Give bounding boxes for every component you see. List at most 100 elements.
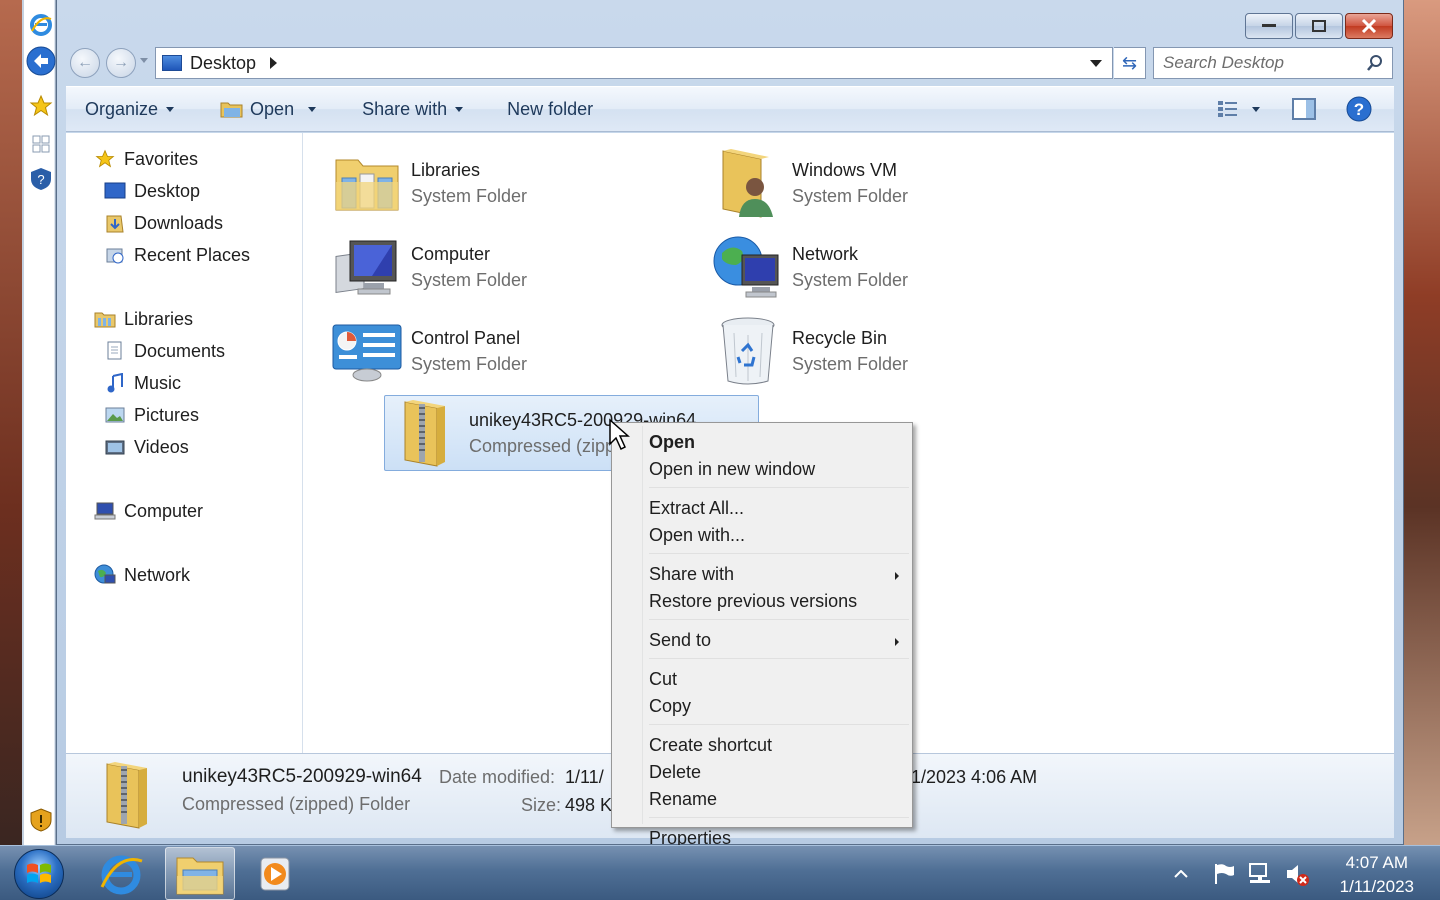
preview-pane-button[interactable]: [1274, 87, 1334, 131]
share-with-button[interactable]: Share with: [350, 87, 475, 131]
menu-open-with[interactable]: Open with...: [615, 522, 909, 549]
svg-text:?: ?: [37, 172, 44, 187]
minimize-button[interactable]: [1245, 13, 1293, 39]
share-with-label: Share with: [362, 98, 448, 119]
user-folder-icon: [712, 147, 784, 219]
search-icon[interactable]: [1366, 54, 1384, 72]
tabs-grid-icon[interactable]: [26, 129, 56, 159]
start-button[interactable]: [14, 849, 64, 899]
view-options-dropdown[interactable]: [1244, 87, 1274, 131]
refresh-icon: ⇆: [1121, 52, 1138, 73]
details-size-label: Size:: [521, 795, 562, 815]
open-button[interactable]: Open: [208, 87, 328, 131]
menu-rename[interactable]: Rename: [615, 786, 909, 813]
item-name: Control Panel: [411, 328, 521, 348]
address-dropdown-icon[interactable]: [1090, 60, 1102, 67]
music-icon: [104, 372, 126, 394]
help-button[interactable]: ?: [1334, 87, 1394, 131]
desktop-wallpaper-right: [1404, 0, 1440, 845]
menu-restore-previous-versions[interactable]: Restore previous versions: [615, 588, 909, 615]
nav-network-label: Network: [124, 564, 191, 585]
refresh-button[interactable]: ⇆: [1114, 47, 1146, 79]
clock[interactable]: 4:07 AM 1/11/2023: [1340, 851, 1414, 899]
taskbar-internet-explorer[interactable]: [86, 847, 156, 900]
forward-button[interactable]: →: [106, 48, 136, 78]
menu-separator: [649, 817, 909, 825]
item-libraries[interactable]: Libraries System Folder: [327, 145, 702, 221]
menu-delete[interactable]: Delete: [615, 759, 909, 786]
chevron-down-icon: [1252, 106, 1260, 112]
network-status-icon[interactable]: [1248, 862, 1274, 886]
menu-send-to[interactable]: Send to: [615, 627, 909, 654]
search-box[interactable]: [1153, 47, 1393, 79]
menu-copy[interactable]: Copy: [615, 693, 909, 720]
star-icon: [94, 148, 116, 170]
nav-pictures[interactable]: Pictures: [104, 404, 199, 426]
item-name: Network: [792, 244, 859, 264]
menu-separator: [649, 553, 909, 561]
favorites-star-icon[interactable]: [26, 91, 56, 121]
recent-pages-dropdown[interactable]: [140, 58, 148, 63]
nav-network[interactable]: Network: [94, 564, 190, 586]
ie-logo-icon[interactable]: [26, 10, 56, 40]
menu-create-shortcut[interactable]: Create shortcut: [615, 732, 909, 759]
nav-desktop[interactable]: Desktop: [104, 180, 200, 202]
forward-arrow-icon: →: [113, 54, 129, 71]
details-date-created-value: 1/2023 4:06 AM: [911, 767, 1038, 787]
item-name: Libraries: [411, 160, 481, 180]
item-control-panel[interactable]: Control Panel System Folder: [327, 313, 702, 389]
item-windows-vm[interactable]: Windows VM System Folder: [708, 145, 1083, 221]
item-recycle-bin[interactable]: Recycle Bin System Folder: [708, 313, 1083, 389]
nav-downloads[interactable]: Downloads: [104, 212, 223, 234]
address-bar[interactable]: Desktop: [155, 47, 1113, 79]
item-computer[interactable]: Computer System Folder: [327, 229, 702, 305]
organize-button[interactable]: Organize: [66, 87, 186, 131]
nav-libraries[interactable]: Libraries: [94, 308, 193, 330]
maximize-button[interactable]: [1295, 13, 1343, 39]
nav-recent-places[interactable]: Recent Places: [104, 244, 250, 266]
breadcrumb-chevron-icon[interactable]: [270, 57, 278, 69]
ie-side-panel: ?: [22, 0, 56, 845]
security-shield-icon[interactable]: [26, 805, 56, 835]
menu-separator: [649, 658, 909, 666]
action-center-flag-icon[interactable]: [1212, 862, 1236, 886]
taskbar-media-player[interactable]: [240, 847, 310, 900]
nav-music[interactable]: Music: [104, 372, 181, 394]
breadcrumb-desktop[interactable]: Desktop: [190, 53, 256, 74]
menu-separator: [649, 619, 909, 627]
media-player-icon: [260, 857, 290, 890]
item-network[interactable]: Network System Folder: [708, 229, 1083, 305]
chevron-down-icon: [455, 106, 464, 112]
open-label: Open: [250, 98, 295, 119]
nav-downloads-label: Downloads: [134, 212, 224, 233]
back-arrow-icon[interactable]: [26, 46, 56, 76]
new-folder-button[interactable]: New folder: [495, 87, 605, 131]
menu-extract-all[interactable]: Extract All...: [615, 495, 909, 522]
taskbar-windows-explorer[interactable]: [165, 847, 235, 900]
menu-open[interactable]: Open: [615, 429, 909, 456]
nav-videos[interactable]: Videos: [104, 436, 189, 458]
documents-icon: [104, 340, 126, 362]
nav-documents[interactable]: Documents: [104, 340, 225, 362]
back-button[interactable]: ←: [70, 48, 100, 78]
details-file-name: unikey43RC5-200929-win64: [182, 766, 422, 787]
nav-favorites[interactable]: Favorites: [94, 148, 198, 170]
chevron-down-icon: [166, 106, 175, 112]
network-icon: [712, 231, 784, 303]
videos-icon: [104, 436, 126, 458]
menu-open-in-new-window[interactable]: Open in new window: [615, 456, 909, 483]
recent-places-icon: [104, 244, 126, 266]
help-shield-icon[interactable]: ?: [26, 164, 56, 194]
clock-date: 1/11/2023: [1339, 877, 1414, 896]
search-input[interactable]: [1163, 53, 1363, 73]
change-view-button[interactable]: [1212, 87, 1244, 131]
show-hidden-icons-icon[interactable]: [1174, 870, 1188, 878]
menu-cut[interactable]: Cut: [615, 666, 909, 693]
pictures-icon: [104, 404, 126, 426]
close-button[interactable]: [1345, 13, 1393, 39]
command-bar: Organize Open Share with New folder ?: [66, 86, 1394, 132]
nav-computer[interactable]: Computer: [94, 500, 203, 522]
menu-share-with[interactable]: Share with: [615, 561, 909, 588]
volume-muted-icon[interactable]: [1284, 861, 1310, 887]
item-type: System Folder: [792, 354, 909, 374]
